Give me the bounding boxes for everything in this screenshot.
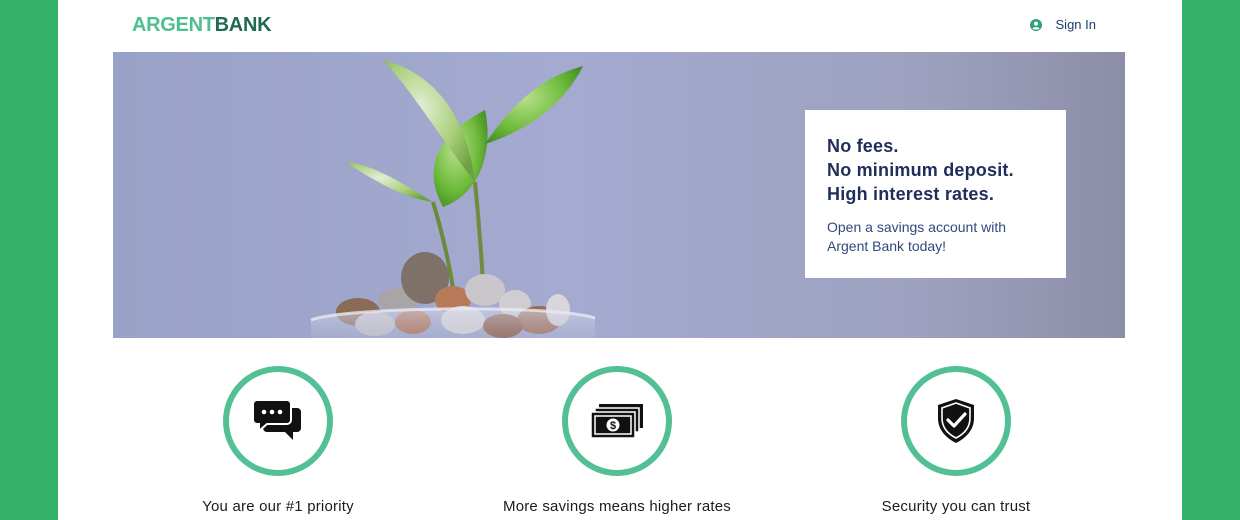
svg-text:$: $ (610, 420, 616, 432)
feature-priority: You are our #1 priority (138, 366, 418, 515)
sign-in-link[interactable]: Sign In (1029, 17, 1096, 32)
hero-banner: No fees. No minimum deposit. High intere… (113, 52, 1125, 338)
promo-line-2: No minimum deposit. (827, 160, 1014, 180)
money-bill-icon: $ (591, 404, 643, 438)
promo-card: No fees. No minimum deposit. High intere… (805, 110, 1066, 278)
promo-line-1: No fees. (827, 136, 899, 156)
main-nav: ARGENTBANK Sign In (58, 0, 1182, 52)
promo-line-3: High interest rates. (827, 184, 995, 204)
promo-subtext: Open a savings account with Argent Bank … (827, 219, 1006, 254)
sign-in-label: Sign In (1055, 17, 1096, 32)
chat-bubbles-icon (253, 399, 301, 440)
feature-icon-ring: $ (562, 366, 672, 476)
feature-title: You are our #1 priority (202, 498, 354, 515)
feature-security: Security you can trust (816, 366, 1096, 515)
logo[interactable]: ARGENTBANK (132, 14, 272, 37)
feature-title: Security you can trust (881, 498, 1031, 515)
logo-text-argent: ARGENT (132, 14, 215, 36)
feature-icon-ring (223, 366, 333, 476)
feature-icon-ring (901, 366, 1011, 476)
feature-title: More savings means higher rates (503, 498, 731, 515)
page-container: ARGENTBANK Sign In No fees. No minimum d… (58, 0, 1182, 520)
shield-check-icon (938, 399, 974, 443)
logo-text-bank: BANK (214, 14, 272, 36)
user-circle-icon (1029, 18, 1042, 31)
feature-savings: $ More savings means higher rates (477, 366, 757, 515)
